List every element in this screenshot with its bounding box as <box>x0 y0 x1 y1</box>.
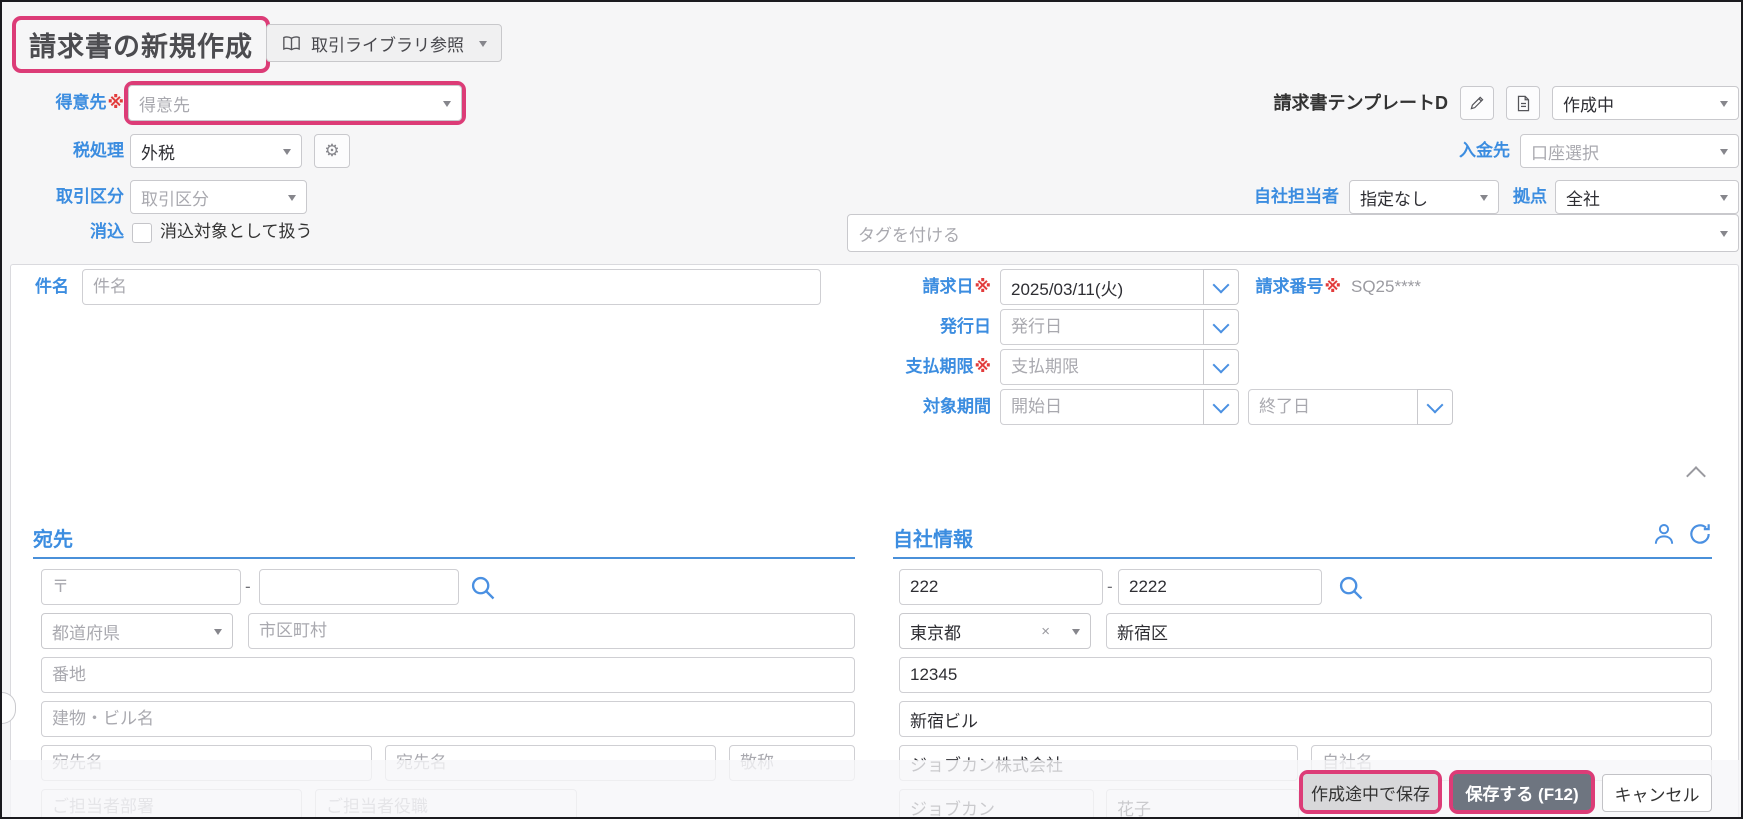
tax-label: 税処理 <box>73 141 124 160</box>
deposit-account-select[interactable]: 口座選択 <box>1520 134 1739 168</box>
caret-down-icon <box>1720 195 1728 201</box>
invoice-number-label: 請求番号※ <box>1255 277 1341 296</box>
tax-select[interactable]: 外税 <box>130 134 302 168</box>
period-start-picker-button[interactable] <box>1203 389 1239 425</box>
page-title: 請求書の新規作成 <box>29 32 253 62</box>
customer-label: 得意先※ <box>55 93 124 112</box>
customer-highlight-ring: 得意先 <box>124 81 466 125</box>
period-label: 対象期間 <box>923 397 991 416</box>
book-icon <box>281 35 302 52</box>
billing-date-label: 請求日※ <box>922 277 991 296</box>
company-city-input[interactable] <box>1106 613 1712 649</box>
invoice-template-name: 請求書テンプレートD <box>1273 93 1448 113</box>
period-end-input[interactable] <box>1248 389 1418 425</box>
postal-separator: - <box>245 577 251 596</box>
issue-date-label: 発行日 <box>940 317 991 336</box>
recipient-city-input[interactable] <box>248 613 855 649</box>
tax-settings-button[interactable]: ⚙ <box>314 134 350 168</box>
chevron-down-icon <box>1212 316 1230 333</box>
category-label: 取引区分 <box>56 187 124 206</box>
status-select[interactable]: 作成中 <box>1552 86 1739 120</box>
chevron-up-icon <box>1686 466 1706 486</box>
required-mark: ※ <box>107 93 124 112</box>
company-street-input[interactable] <box>899 657 1712 693</box>
due-date-input[interactable] <box>1000 349 1204 385</box>
period-start-input[interactable] <box>1000 389 1204 425</box>
recipient-postal-code2-input[interactable] <box>259 569 459 605</box>
refresh-icon[interactable] <box>1687 521 1713 547</box>
chevron-down-icon <box>1426 396 1444 413</box>
person-icon[interactable] <box>1651 521 1677 547</box>
caret-down-icon <box>1720 231 1728 237</box>
save-draft-button[interactable]: 作成途中で保存 <box>1303 774 1438 810</box>
company-address-search-icon[interactable] <box>1337 574 1365 602</box>
due-date-picker-button[interactable] <box>1203 349 1239 385</box>
recipient-prefecture-select[interactable]: 都道府県 <box>41 613 233 649</box>
company-section-underline <box>893 557 1712 559</box>
caret-down-icon <box>214 629 222 635</box>
subject-label: 件名 <box>35 277 69 296</box>
caret-down-icon <box>479 41 487 47</box>
edit-template-button[interactable] <box>1460 86 1494 120</box>
chevron-down-icon <box>1212 396 1230 413</box>
save-draft-highlight-ring: 作成途中で保存 <box>1299 770 1442 814</box>
save-button[interactable]: 保存する (F12) <box>1453 774 1591 810</box>
subject-input[interactable] <box>82 269 821 305</box>
invoice-form-panel: 件名 請求日※ 請求番号※ SQ25**** 発行日 支払期限※ 対象期間 <box>10 264 1739 817</box>
postal-separator: - <box>1107 577 1113 596</box>
caret-down-icon <box>443 101 451 107</box>
company-rep-select[interactable]: 指定なし <box>1349 180 1499 214</box>
company-rep-label: 自社担当者 <box>1254 187 1339 206</box>
issue-date-picker-button[interactable] <box>1203 309 1239 345</box>
company-section-title: 自社情報 <box>893 529 973 551</box>
tag-input[interactable]: タグを付ける <box>847 214 1739 252</box>
period-end-picker-button[interactable] <box>1417 389 1453 425</box>
due-date-label: 支払期限※ <box>905 357 991 376</box>
clear-icon[interactable]: × <box>1041 623 1050 640</box>
caret-down-icon <box>1720 101 1728 107</box>
recipient-street-input[interactable] <box>41 657 855 693</box>
recipient-address-search-icon[interactable] <box>469 574 497 602</box>
document-icon-button[interactable] <box>1506 86 1540 120</box>
chevron-down-icon <box>1212 356 1230 373</box>
company-building-input[interactable] <box>899 701 1712 737</box>
caret-down-icon <box>288 195 296 201</box>
category-select[interactable]: 取引区分 <box>130 180 307 214</box>
company-prefecture-select[interactable]: 東京都 × <box>899 613 1091 649</box>
invoice-number-value: SQ25**** <box>1351 277 1421 296</box>
deposit-account-label: 入金先 <box>1459 141 1510 160</box>
caret-down-icon <box>1480 195 1488 201</box>
save-highlight-ring: 保存する (F12) <box>1449 770 1595 814</box>
invoice-create-screen: 請求書の新規作成 取引ライブラリ参照 得意先※ 得意先 税処理 外税 ⚙ 取引区… <box>0 0 1743 819</box>
branch-select[interactable]: 全社 <box>1555 180 1739 214</box>
pencil-icon <box>1469 95 1485 111</box>
library-button-label: 取引ライブラリ参照 <box>311 35 464 55</box>
recipient-postal-code-input[interactable] <box>41 569 241 605</box>
cancel-button[interactable]: キャンセル <box>1602 774 1712 812</box>
branch-label: 拠点 <box>1513 187 1547 206</box>
recipient-section-underline <box>33 557 855 559</box>
company-postal-code-input[interactable] <box>899 569 1103 605</box>
reconcile-label: 消込 <box>90 222 124 241</box>
title-highlight-ring: 請求書の新規作成 <box>12 16 270 73</box>
library-button[interactable]: 取引ライブラリ参照 <box>266 24 502 62</box>
recipient-section-title: 宛先 <box>33 529 73 551</box>
collapse-section-button[interactable] <box>1681 463 1711 486</box>
reconcile-checkbox[interactable] <box>132 223 152 243</box>
gear-icon: ⚙ <box>324 141 340 160</box>
company-postal-code2-input[interactable] <box>1118 569 1322 605</box>
caret-down-icon <box>283 149 291 155</box>
recipient-building-input[interactable] <box>41 701 855 737</box>
document-icon <box>1516 95 1531 112</box>
reconcile-checkbox-label: 消込対象として扱う <box>160 222 313 241</box>
billing-date-input[interactable] <box>1000 269 1204 305</box>
customer-select[interactable]: 得意先 <box>128 85 462 121</box>
issue-date-input[interactable] <box>1000 309 1204 345</box>
caret-down-icon <box>1720 149 1728 155</box>
caret-down-icon <box>1072 629 1080 635</box>
